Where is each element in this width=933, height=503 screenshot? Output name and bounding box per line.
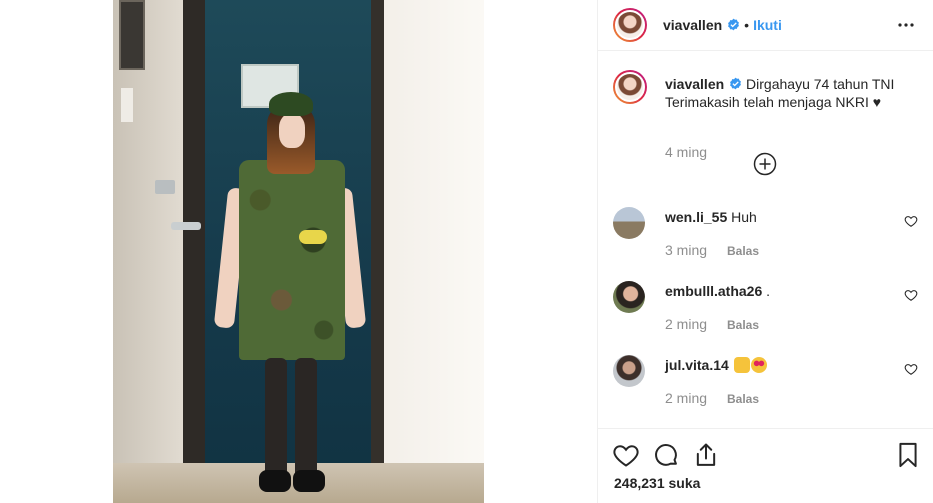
comment-item: jul.vita.14 2 ming Balas — [613, 352, 918, 412]
comment-item: embulll.atha26 . 2 ming Balas — [613, 278, 918, 338]
load-more-comments-icon[interactable] — [753, 152, 777, 176]
reply-button[interactable]: Balas — [727, 392, 759, 406]
likes-count[interactable]: 248,231 suka — [614, 475, 700, 491]
comment-body: Huh — [731, 209, 757, 225]
caption-username[interactable]: viavallen — [665, 76, 724, 92]
comment-body: . — [766, 283, 771, 299]
caption-avatar-image — [615, 72, 645, 102]
caption-text: viavallen Dirgahayu 74 tahun TNI Terimak… — [665, 75, 915, 111]
comment-avatar[interactable] — [613, 281, 645, 313]
photo-door-lock — [155, 180, 175, 194]
verified-badge-icon — [730, 77, 742, 90]
post-photo[interactable] — [113, 0, 484, 503]
comment-icon[interactable] — [652, 441, 680, 469]
share-icon[interactable] — [692, 441, 720, 469]
caption-timestamp[interactable]: 4 ming — [665, 144, 707, 160]
author-username-text[interactable]: viavallen — [663, 17, 722, 33]
photo-door-frame-right — [371, 0, 385, 503]
comment-username[interactable]: embulll.atha26 — [665, 283, 762, 299]
follow-button[interactable]: Ikuti — [753, 17, 782, 33]
instagram-post-page: viavallen • Ikuti viavallen Dirgahayu 74… — [0, 0, 933, 503]
comment-timestamp[interactable]: 2 ming — [665, 390, 707, 406]
person-boot-right — [293, 470, 325, 492]
comments-list[interactable]: viavallen Dirgahayu 74 tahun TNI Terimak… — [598, 52, 933, 428]
caption-line-1: Dirgahayu 74 tahun TNI — [746, 76, 895, 92]
comment-text: embulll.atha26 . — [665, 283, 770, 299]
author-avatar[interactable] — [613, 8, 647, 42]
comment-timestamp[interactable]: 2 ming — [665, 316, 707, 332]
bookmark-icon[interactable] — [894, 441, 922, 469]
heart-icon[interactable] — [904, 362, 918, 376]
photo-wall — [113, 0, 183, 503]
raising-hands-emoji-icon — [733, 357, 750, 373]
likes-number[interactable]: 248,231 — [614, 475, 665, 491]
heart-eyes-emoji-icon — [750, 357, 767, 373]
post-side-panel: viavallen • Ikuti viavallen Dirgahayu 74… — [597, 0, 933, 503]
comment-text: jul.vita.14 — [665, 357, 767, 373]
post-header: viavallen • Ikuti — [598, 0, 933, 51]
reply-button[interactable]: Balas — [727, 318, 759, 332]
photo-door-handle — [171, 222, 201, 230]
photo-door-frame — [183, 0, 205, 503]
author-username[interactable]: viavallen — [663, 17, 740, 33]
likes-suffix[interactable]: suka — [669, 475, 701, 491]
person-badge — [299, 230, 327, 244]
comment-username[interactable]: jul.vita.14 — [665, 357, 729, 373]
person-boot-left — [259, 470, 291, 492]
caption-line-2: Terimakasih telah menjaga NKRI ♥ — [665, 94, 882, 110]
heart-icon[interactable] — [904, 214, 918, 228]
more-options-icon[interactable] — [894, 13, 918, 37]
heart-icon[interactable] — [904, 288, 918, 302]
comment-avatar[interactable] — [613, 207, 645, 239]
person-leg-right — [295, 358, 317, 478]
caption-avatar[interactable] — [613, 70, 647, 104]
person-face — [279, 114, 305, 148]
media-area — [0, 0, 597, 503]
photo-wall-right — [384, 0, 484, 503]
header-separator: • — [744, 17, 750, 33]
comment-username[interactable]: wen.li_55 — [665, 209, 727, 225]
post-actions: 248,231 suka — [598, 428, 933, 503]
verified-badge-icon — [728, 18, 740, 31]
reply-button[interactable]: Balas — [727, 244, 759, 258]
author-avatar-image — [615, 10, 645, 40]
comment-timestamp[interactable]: 3 ming — [665, 242, 707, 258]
person-leg-left — [265, 358, 287, 478]
comment-avatar[interactable] — [613, 355, 645, 387]
person-beret — [269, 92, 313, 116]
person-camo-jacket — [239, 160, 345, 360]
photo-wall-art — [119, 0, 145, 70]
comment-text: wen.li_55 Huh — [665, 209, 757, 225]
photo-person — [213, 92, 367, 492]
photo-light-switch — [121, 88, 133, 122]
comment-item: wen.li_55 Huh 3 ming Balas — [613, 204, 918, 264]
heart-icon[interactable] — [612, 441, 640, 469]
